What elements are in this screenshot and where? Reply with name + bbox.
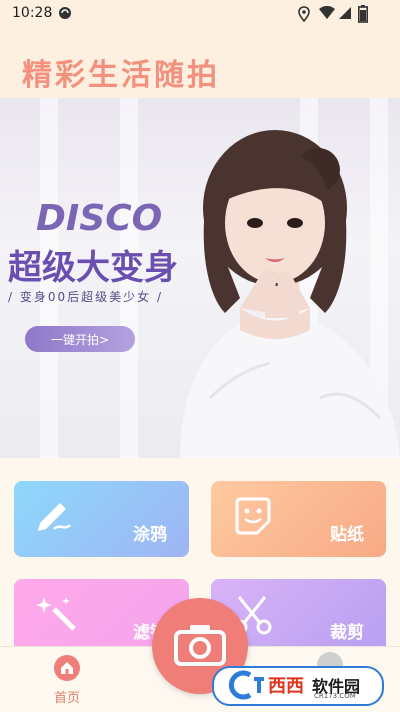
battery-icon	[358, 5, 368, 27]
location-icon	[298, 6, 310, 26]
wifi-icon	[318, 5, 336, 24]
model-photo	[180, 130, 400, 458]
home-icon	[54, 655, 80, 681]
watermark-logo-icon	[228, 670, 264, 700]
watermark-url: CR173.COM	[314, 692, 356, 700]
sticker-tile[interactable]: 贴纸	[211, 481, 386, 557]
sparkle-wand-icon	[34, 593, 78, 641]
pencil-icon	[34, 495, 78, 539]
tile-label: 裁剪	[330, 623, 364, 643]
sync-icon	[58, 6, 72, 24]
doodle-tile[interactable]: 涂鸦	[14, 481, 189, 557]
tile-label: 贴纸	[330, 525, 364, 545]
status-bar: 10:28	[0, 0, 400, 28]
app-bar: 精彩生活随拍	[0, 28, 400, 98]
banner-subline: / 变身00后超级美少女 /	[8, 290, 163, 304]
tab-home[interactable]: 首页	[50, 655, 84, 706]
signal-icon	[338, 6, 352, 24]
banner-headline: 超级大变身	[8, 248, 178, 288]
watermark: 西西 软件园 CR173.COM	[212, 666, 384, 706]
tile-label: 涂鸦	[133, 525, 167, 545]
app-title: 精彩生活随拍	[22, 58, 220, 93]
tab-home-label: 首页	[53, 691, 80, 706]
banner-headline-en: DISCO	[36, 198, 163, 239]
sticker-icon	[231, 495, 275, 543]
promo-banner[interactable]: DISCO 超级大变身 / 变身00后超级美少女 / 一键开拍>	[0, 98, 400, 458]
start-shooting-button[interactable]: 一键开拍>	[25, 326, 135, 352]
status-time: 10:28	[12, 5, 53, 21]
watermark-brand: 西西	[268, 676, 304, 697]
